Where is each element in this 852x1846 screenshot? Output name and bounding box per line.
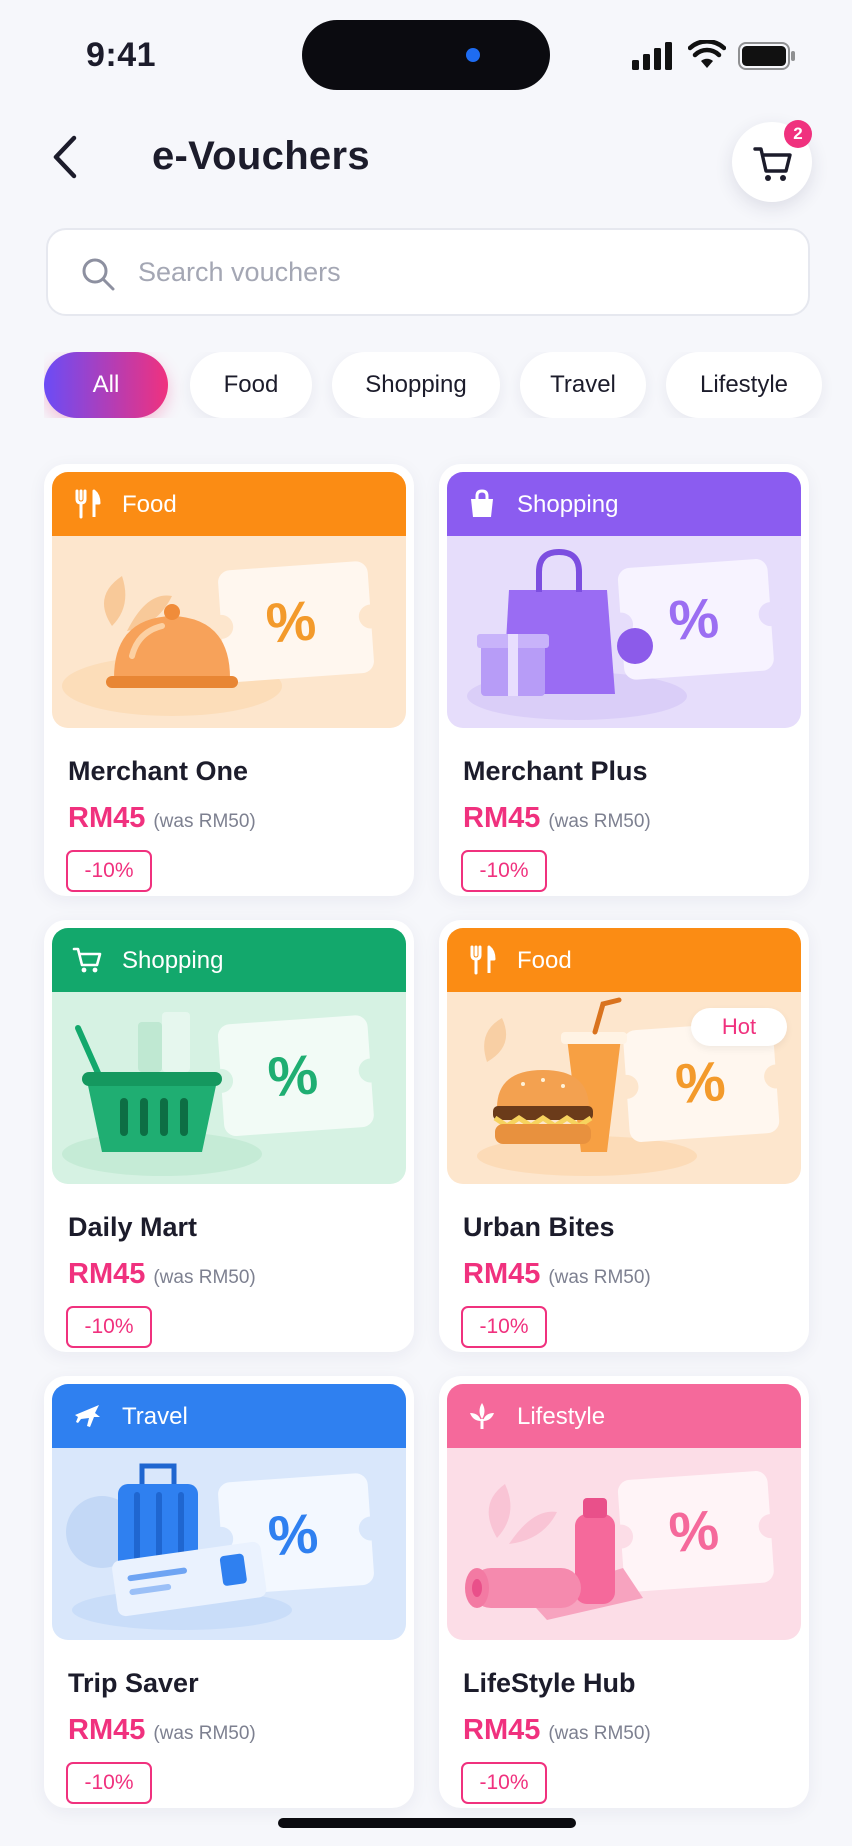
category-label: Shopping xyxy=(517,491,619,518)
original-price: (was RM50) xyxy=(153,1723,256,1744)
category-header: Lifestyle xyxy=(447,1384,801,1448)
fork-knife-icon xyxy=(470,945,496,975)
cart-button[interactable]: 2 xyxy=(732,120,812,202)
filter-chip-all[interactable]: All xyxy=(44,352,168,418)
hot-badge: Hot xyxy=(691,1008,787,1046)
merchant-name: Trip Saver xyxy=(68,1668,199,1698)
category-header: Shopping xyxy=(52,928,406,992)
category-label: Food xyxy=(122,491,177,518)
search-icon xyxy=(82,258,115,291)
merchant-name: Daily Mart xyxy=(68,1212,198,1242)
voucher-image: Food % xyxy=(52,472,406,728)
airplane-icon xyxy=(75,1405,100,1427)
svg-text:%: % xyxy=(264,588,318,654)
price-row: RM45 (was RM50) xyxy=(463,1258,651,1291)
original-price: (was RM50) xyxy=(153,1267,256,1288)
cart-count-badge: 2 xyxy=(784,120,812,148)
basket-illustration: % xyxy=(52,992,406,1184)
status-bar: 9:41 xyxy=(0,0,852,100)
svg-text:%: % xyxy=(266,1042,320,1108)
discount-badge: -10% xyxy=(66,850,152,892)
voucher-price: RM45 xyxy=(463,802,541,834)
price-row: RM45 (was RM50) xyxy=(463,802,651,835)
discount-badge: -10% xyxy=(461,1306,547,1348)
page-title: e-Vouchers xyxy=(152,134,370,178)
wifi-icon xyxy=(688,40,726,68)
discount-badge: -10% xyxy=(461,1762,547,1804)
svg-text:%: % xyxy=(673,1049,727,1115)
filter-chip-lifestyle[interactable]: Lifestyle xyxy=(666,352,822,418)
voucher-image: Food % Hot xyxy=(447,928,801,1184)
shopping-cart-icon xyxy=(72,947,102,973)
voucher-card[interactable]: Food % Merchant One RM45 (was RM50) -10% xyxy=(44,464,414,896)
cellular-signal-icon xyxy=(632,42,672,70)
original-price: (was RM50) xyxy=(548,811,651,832)
price-row: RM45 (was RM50) xyxy=(68,1714,256,1747)
category-label: Food xyxy=(517,947,572,974)
category-label: Shopping xyxy=(122,947,224,974)
voucher-card[interactable]: Shopping % Daily Mart RM45 (was RM50) -10… xyxy=(44,920,414,1352)
luggage-illustration: % xyxy=(52,1448,406,1640)
category-label: Lifestyle xyxy=(517,1403,606,1430)
merchant-name: Urban Bites xyxy=(463,1212,615,1242)
status-time: 9:41 xyxy=(86,36,157,74)
voucher-price: RM45 xyxy=(68,802,146,834)
search-input[interactable] xyxy=(138,230,778,314)
fork-knife-icon xyxy=(75,489,101,519)
voucher-price: RM45 xyxy=(68,1714,146,1746)
category-header: Food xyxy=(52,472,406,536)
voucher-card[interactable]: Travel % Trip Saver RM45 (was RM50) -10% xyxy=(44,1376,414,1808)
original-price: (was RM50) xyxy=(548,1267,651,1288)
svg-text:%: % xyxy=(266,1501,320,1567)
yoga-mat-illustration: % xyxy=(447,1448,801,1640)
discount-badge: -10% xyxy=(66,1762,152,1804)
home-indicator[interactable] xyxy=(278,1818,576,1828)
shopping-cart-icon xyxy=(753,147,792,181)
merchant-name: Merchant Plus xyxy=(463,756,648,786)
discount-badge: -10% xyxy=(66,1306,152,1348)
voucher-image: Shopping % xyxy=(447,472,801,728)
voucher-card[interactable]: Lifestyle % LifeStyle Hub RM45 (was RM50)… xyxy=(439,1376,809,1808)
food-cloche-illustration: % xyxy=(52,536,406,728)
filter-chip-travel[interactable]: Travel xyxy=(520,352,646,418)
discount-badge: -10% xyxy=(461,850,547,892)
svg-text:%: % xyxy=(667,1498,721,1564)
shopping-bag-icon xyxy=(471,489,493,517)
shopping-bag-illustration: % xyxy=(447,536,801,728)
lotus-icon xyxy=(470,1403,494,1429)
voucher-card[interactable]: Shopping % Merchant Plus RM45 (was RM50) … xyxy=(439,464,809,896)
svg-text:%: % xyxy=(667,586,721,652)
voucher-image: Travel % xyxy=(52,1384,406,1640)
voucher-image: Lifestyle % xyxy=(447,1384,801,1640)
search-bar[interactable] xyxy=(46,228,810,316)
voucher-card[interactable]: Food % Hot Urban Bites RM45 (was RM50) -1… xyxy=(439,920,809,1352)
back-button[interactable] xyxy=(46,132,86,182)
voucher-price: RM45 xyxy=(68,1258,146,1290)
voucher-price: RM45 xyxy=(463,1258,541,1290)
category-header: Travel xyxy=(52,1384,406,1448)
price-row: RM45 (was RM50) xyxy=(68,1258,256,1291)
battery-icon xyxy=(738,42,795,70)
price-row: RM45 (was RM50) xyxy=(68,802,256,835)
original-price: (was RM50) xyxy=(548,1723,651,1744)
category-header: Shopping xyxy=(447,472,801,536)
voucher-image: Shopping % xyxy=(52,928,406,1184)
chevron-left-icon xyxy=(53,135,77,179)
category-header: Food xyxy=(447,928,801,992)
merchant-name: LifeStyle Hub xyxy=(463,1668,636,1698)
category-filter-bar: All Food Shopping Travel Lifestyle xyxy=(44,352,852,418)
filter-chip-food[interactable]: Food xyxy=(190,352,312,418)
dynamic-island xyxy=(302,20,550,90)
voucher-price: RM45 xyxy=(463,1714,541,1746)
category-label: Travel xyxy=(122,1403,188,1430)
price-row: RM45 (was RM50) xyxy=(463,1714,651,1747)
original-price: (was RM50) xyxy=(153,811,256,832)
filter-chip-shopping[interactable]: Shopping xyxy=(332,352,500,418)
merchant-name: Merchant One xyxy=(68,756,249,786)
